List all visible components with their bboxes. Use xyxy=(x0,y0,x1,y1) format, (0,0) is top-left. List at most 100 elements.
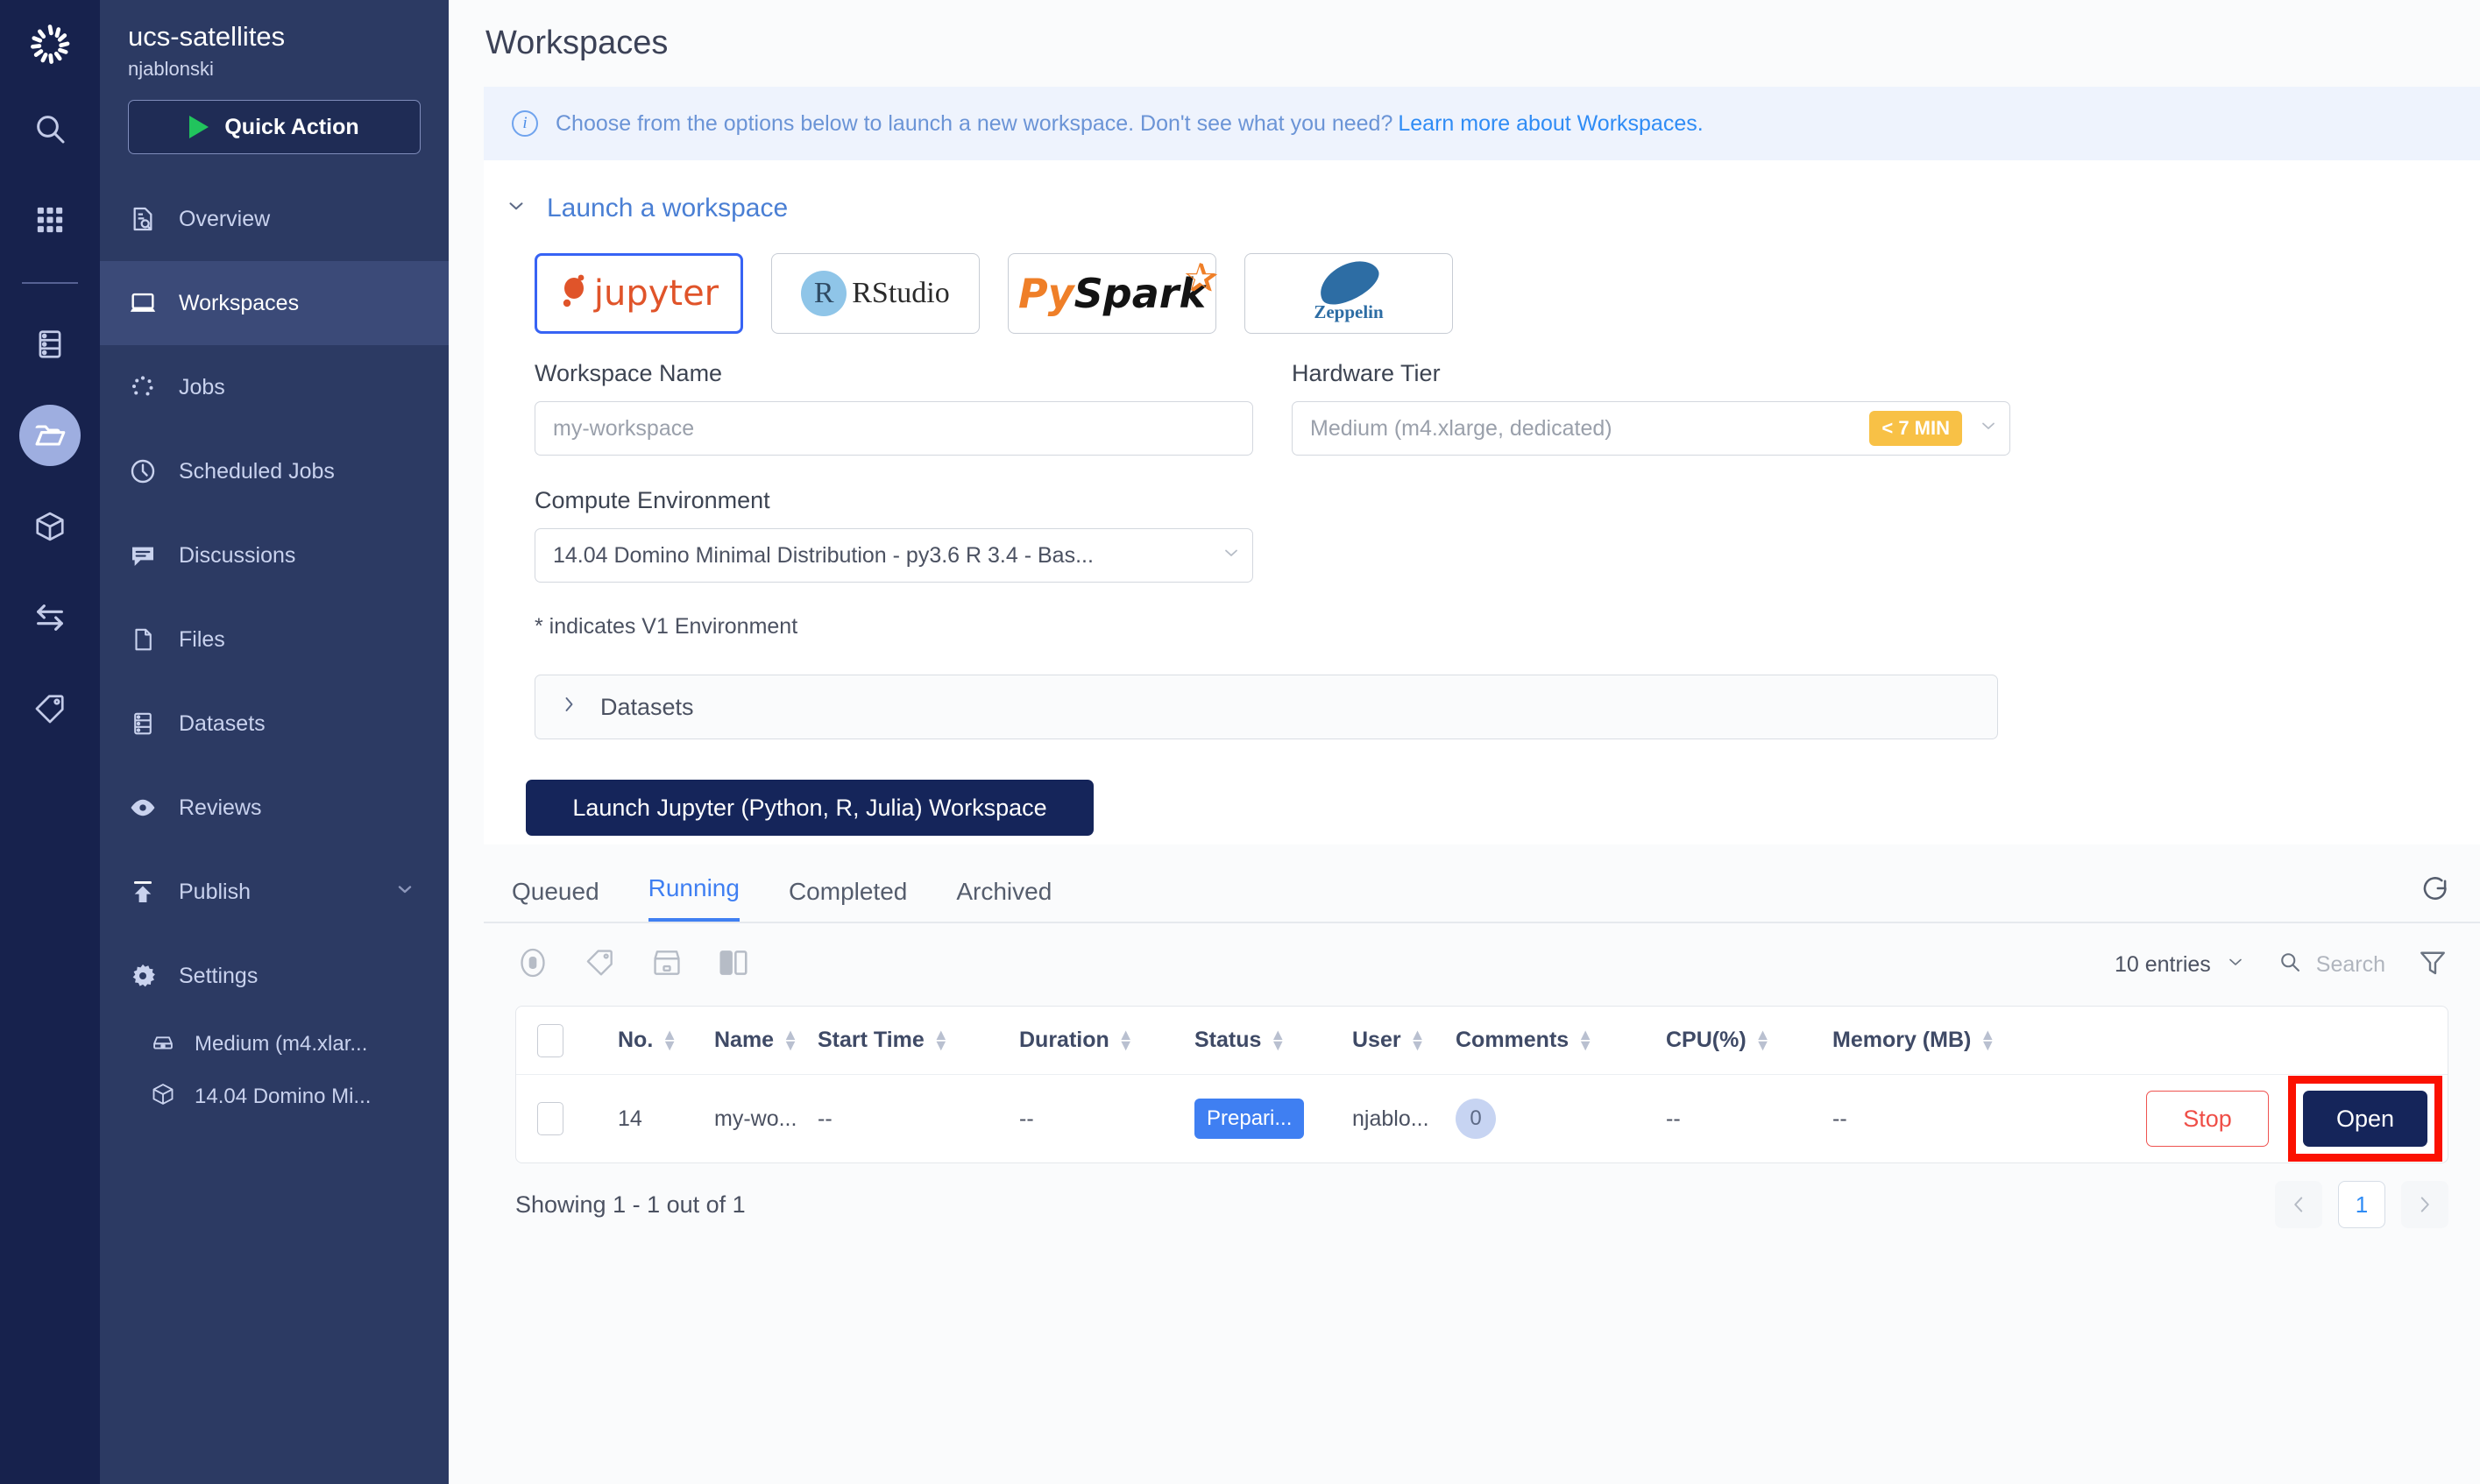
chevron-down-icon[interactable] xyxy=(1221,542,1242,569)
sidebar-item-workspaces[interactable]: Workspaces xyxy=(100,261,449,345)
sidebar-item-discussions[interactable]: Discussions xyxy=(100,513,449,597)
chevron-right-icon[interactable] xyxy=(558,694,579,721)
sort-icon: ▲ ▼ xyxy=(1409,1026,1426,1054)
hardware-tier-label: Hardware Tier xyxy=(1292,360,1441,386)
sidebar-item-overview[interactable]: Overview xyxy=(100,177,449,261)
compute-env-label: Compute Environment xyxy=(535,487,770,513)
pagination: 1 xyxy=(2275,1181,2480,1228)
column-header-user[interactable]: User ▲ ▼ xyxy=(1352,1026,1456,1054)
quick-action-label: Quick Action xyxy=(224,114,359,139)
launch-workspace-header[interactable]: Launch a workspace xyxy=(484,160,2480,223)
datasets-accordion[interactable]: Datasets xyxy=(535,675,1998,739)
sidebar-item-files[interactable]: Files xyxy=(100,597,449,682)
rstudio-logo-icon: R RStudio xyxy=(801,271,950,316)
ide-card-jupyter[interactable]: jupyter xyxy=(535,253,743,334)
row-checkbox[interactable] xyxy=(537,1102,618,1135)
star-icon: ✰ xyxy=(1184,255,1219,300)
column-header-cpu[interactable]: CPU(%) ▲ ▼ xyxy=(1666,1026,1832,1054)
tab-running[interactable]: Running xyxy=(648,874,740,922)
project-owner: njablonski xyxy=(128,58,214,80)
next-page-button[interactable] xyxy=(2401,1181,2448,1228)
archive-icon[interactable] xyxy=(650,946,684,984)
sidebar-item-reviews[interactable]: Reviews xyxy=(100,766,449,850)
chevron-down-icon[interactable] xyxy=(505,194,528,223)
select-all-checkbox[interactable] xyxy=(537,1023,618,1057)
quick-action-button[interactable]: Quick Action xyxy=(128,100,421,154)
compute-env-select[interactable]: 14.04 Domino Minimal Distribution - py3.… xyxy=(535,528,1253,583)
project-sidebar: ucs-satellites njablonski Quick Action O… xyxy=(100,0,449,1484)
upload-icon xyxy=(126,878,159,906)
project-name: ucs-satellites xyxy=(128,21,286,52)
chevron-down-icon[interactable] xyxy=(1978,415,1999,442)
folder-open-icon[interactable] xyxy=(19,405,81,466)
ide-card-pyspark[interactable]: Py Spark ✰ xyxy=(1008,253,1219,334)
ide-card-zeppelin[interactable]: Zeppelin xyxy=(1244,251,1453,334)
jupyter-label: jupyter xyxy=(593,273,719,314)
sort-icon: ▲ ▼ xyxy=(1754,1026,1771,1054)
tag-icon[interactable] xyxy=(584,946,617,984)
sidebar-item-label: Overview xyxy=(179,206,271,231)
sidebar-item-scheduled-jobs[interactable]: Scheduled Jobs xyxy=(100,429,449,513)
domino-logo-icon[interactable] xyxy=(19,14,81,75)
tag-icon[interactable] xyxy=(19,678,81,739)
ide-card-rstudio[interactable]: R RStudio xyxy=(771,253,980,334)
launch-workspace-button[interactable]: Launch Jupyter (Python, R, Julia) Worksp… xyxy=(526,780,1094,836)
workspace-config-row: Workspace Name my-workspace Hardware Tie… xyxy=(484,334,2480,456)
cell-duration: -- xyxy=(1019,1106,1034,1131)
sidebar-item-label: Settings xyxy=(179,963,259,988)
search-icon xyxy=(2278,950,2302,980)
tab-archived[interactable]: Archived xyxy=(956,878,1052,922)
transfer-arrows-icon[interactable] xyxy=(19,587,81,648)
cube-icon[interactable] xyxy=(19,496,81,557)
search-placeholder: Search xyxy=(2315,951,2385,977)
refresh-icon[interactable] xyxy=(2419,872,2452,909)
tab-completed[interactable]: Completed xyxy=(789,878,907,922)
rail-divider xyxy=(22,282,78,284)
entries-per-page-select[interactable]: 10 entries xyxy=(2115,951,2246,979)
server-icon[interactable] xyxy=(19,314,81,375)
cell-name: my-wo... xyxy=(714,1106,797,1131)
page-1-button[interactable]: 1 xyxy=(2338,1181,2385,1228)
v1-environment-note: * indicates V1 Environment xyxy=(535,614,798,639)
sidebar-item-label: Publish xyxy=(179,879,251,904)
column-header-name[interactable]: Name ▲ ▼ xyxy=(714,1027,818,1053)
cell-user: njablo... xyxy=(1352,1106,1429,1131)
sidebar-item-publish[interactable]: Publish xyxy=(100,850,449,934)
workspace-name-input[interactable]: my-workspace xyxy=(535,401,1253,456)
table-row[interactable]: 14 my-wo... -- -- Prepari... njablo... 0… xyxy=(516,1075,2448,1162)
prev-page-button[interactable] xyxy=(2275,1181,2322,1228)
column-header-memory[interactable]: Memory (MB) ▲ ▼ xyxy=(1832,1027,2051,1053)
chevron-down-icon[interactable] xyxy=(394,879,415,905)
hardware-tier-icon xyxy=(151,1029,175,1060)
chat-bubble-icon xyxy=(126,541,159,569)
open-button-highlight: Open xyxy=(2288,1076,2442,1162)
stop-button[interactable]: Stop xyxy=(2146,1091,2269,1147)
stop-circle-icon[interactable] xyxy=(515,945,550,985)
sidebar-item-datasets[interactable]: Datasets xyxy=(100,682,449,766)
cell-comments: 0 xyxy=(1456,1099,1666,1139)
column-header-start-time[interactable]: Start Time ▲ ▼ xyxy=(818,1026,1019,1054)
column-header-duration[interactable]: Duration ▲ ▼ xyxy=(1019,1027,1194,1053)
sort-icon: ▲ ▼ xyxy=(932,1026,949,1054)
sidebar-item-settings[interactable]: Settings xyxy=(100,934,449,1018)
grid-apps-icon[interactable] xyxy=(19,189,81,251)
column-header-comments[interactable]: Comments ▲ ▼ xyxy=(1456,1027,1666,1053)
page-title: Workspaces xyxy=(485,25,669,61)
search-icon[interactable] xyxy=(19,98,81,159)
sidebar-subitem-hardware-tier[interactable]: Medium (m4.xlar... xyxy=(100,1018,449,1071)
table-header-row: No. ▲ ▼ Name ▲ ▼ Start Time ▲ ▼ Duration ▲ ▼ Sta… xyxy=(516,1007,2448,1075)
open-button[interactable]: Open xyxy=(2303,1091,2427,1147)
hardware-tier-select[interactable]: Medium (m4.xlarge, dedicated) < 7 MIN xyxy=(1292,401,2010,456)
tab-queued[interactable]: Queued xyxy=(512,878,599,922)
sidebar-subitem-compute-env[interactable]: 14.04 Domino Mi... xyxy=(100,1071,449,1123)
learn-more-link[interactable]: Learn more about Workspaces. xyxy=(1398,111,1703,137)
filter-icon[interactable] xyxy=(2417,947,2448,983)
column-header-status[interactable]: Status ▲ ▼ xyxy=(1194,1027,1352,1053)
search-input[interactable]: Search xyxy=(2278,950,2385,980)
columns-icon[interactable] xyxy=(717,946,750,984)
launch-workspace-panel: Launch a workspace jupyter R RStudio Py … xyxy=(484,160,2480,844)
document-search-icon xyxy=(126,205,159,233)
sidebar-item-jobs[interactable]: Jobs xyxy=(100,345,449,429)
cell-memory: -- xyxy=(1832,1106,1847,1131)
column-header-no[interactable]: No. ▲ ▼ xyxy=(618,1027,714,1053)
